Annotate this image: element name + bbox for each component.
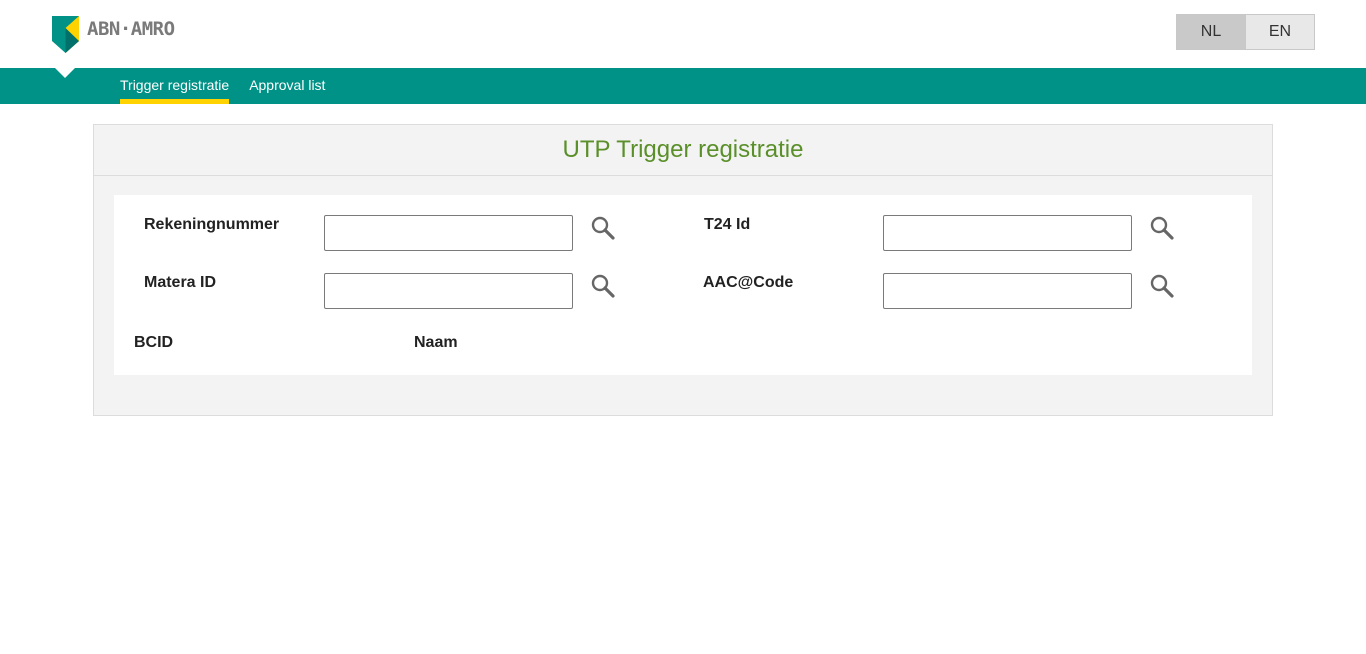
nav-tabs: Trigger registratie Approval list	[120, 68, 345, 104]
nav-notch-indicator	[55, 68, 75, 78]
matera-id-input[interactable]	[324, 273, 573, 309]
trigger-registratie-panel: UTP Trigger registratie Rekeningnummer T…	[93, 124, 1273, 416]
t24-id-search-icon[interactable]	[1149, 215, 1175, 241]
tab-trigger-registratie[interactable]: Trigger registratie	[120, 68, 230, 104]
language-nl-button[interactable]: NL	[1177, 15, 1245, 49]
t24-id-input[interactable]	[883, 215, 1132, 251]
search-form: Rekeningnummer T24 Id Matera ID AAC@Code…	[114, 195, 1252, 375]
aac-code-input[interactable]	[883, 273, 1132, 309]
abn-amro-logo[interactable]: ABN·AMRO	[52, 16, 175, 53]
t24-id-label: T24 Id	[704, 216, 751, 233]
aac-code-label: AAC@Code	[703, 274, 794, 291]
language-switch: NL EN	[1176, 14, 1315, 50]
header: ABN·AMRO NL EN	[0, 0, 1366, 68]
naam-label: Naam	[414, 334, 458, 351]
main-navbar: Trigger registratie Approval list	[0, 68, 1366, 104]
panel-title: UTP Trigger registratie	[94, 125, 1272, 176]
language-en-button[interactable]: EN	[1245, 15, 1314, 49]
rekeningnummer-input[interactable]	[324, 215, 573, 251]
shield-logo-icon	[52, 16, 79, 53]
matera-id-label: Matera ID	[144, 274, 217, 291]
rekeningnummer-label: Rekeningnummer	[144, 216, 280, 233]
tab-approval-list[interactable]: Approval list	[249, 68, 325, 104]
aac-code-search-icon[interactable]	[1149, 273, 1175, 299]
bcid-label: BCID	[134, 334, 174, 351]
rekeningnummer-search-icon[interactable]	[590, 215, 616, 241]
brand-name: ABN·AMRO	[87, 18, 175, 40]
matera-id-search-icon[interactable]	[590, 273, 616, 299]
